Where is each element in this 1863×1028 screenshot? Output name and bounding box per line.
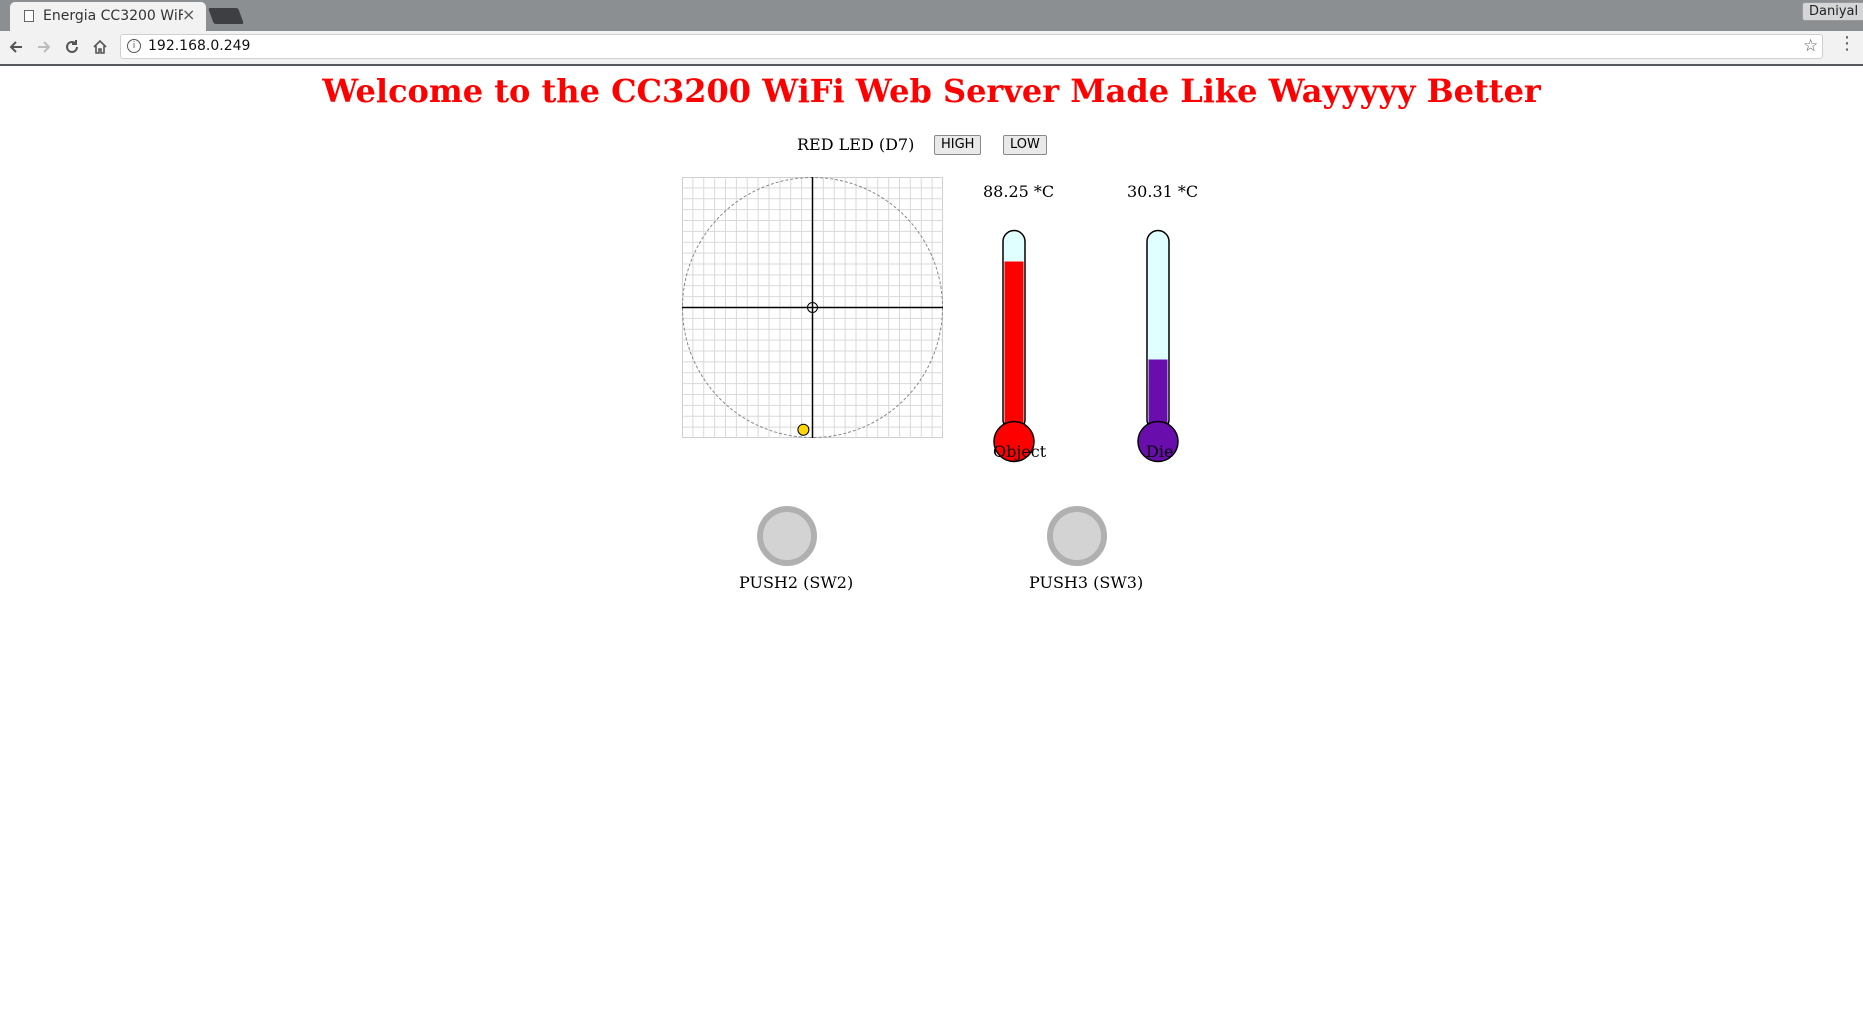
forward-button[interactable] (32, 35, 56, 59)
menu-icon[interactable]: ⋮ (1838, 33, 1856, 54)
reload-icon (66, 40, 78, 53)
browser-chrome: Energia CC3200 WiFi Web Server × Daniyal… (0, 0, 1863, 66)
new-tab-button[interactable] (208, 8, 244, 24)
push2-label: PUSH2 (SW2) (739, 573, 854, 592)
tab-title: Energia CC3200 WiFi Web Server (43, 8, 183, 24)
page-icon (24, 10, 34, 22)
joystick-position-dot (797, 423, 810, 436)
die-temperature-value: 30.31 *C (1127, 182, 1199, 201)
bookmark-star-icon[interactable]: ☆ (1803, 36, 1818, 56)
object-temperature-value: 88.25 *C (983, 182, 1055, 201)
push3-indicator (1047, 506, 1107, 566)
led-low-button[interactable]: LOW (1003, 135, 1047, 155)
thermometer-fill (1004, 261, 1024, 434)
tab-strip: Energia CC3200 WiFi Web Server × Daniyal (0, 0, 1863, 31)
url-text[interactable]: 192.168.0.249 (148, 38, 250, 54)
back-button[interactable] (4, 35, 28, 59)
reload-button[interactable] (60, 35, 84, 59)
led-high-button[interactable]: HIGH (934, 135, 982, 155)
profile-button[interactable]: Daniyal (1802, 2, 1863, 21)
push2-indicator (757, 506, 817, 566)
page-title: Welcome to the CC3200 WiFi Web Server Ma… (322, 72, 1541, 110)
address-bar[interactable]: i 192.168.0.249 ☆ (120, 34, 1823, 59)
home-icon (93, 39, 107, 54)
die-thermometer-label: Die (1146, 442, 1174, 461)
push3-label: PUSH3 (SW3) (1029, 573, 1144, 592)
info-icon[interactable]: i (127, 39, 141, 53)
forward-arrow-icon (38, 41, 51, 53)
browser-tab[interactable]: Energia CC3200 WiFi Web Server × (10, 2, 206, 31)
joystick-plot (682, 177, 943, 438)
browser-toolbar: i 192.168.0.249 ☆ ⋮ (0, 31, 1863, 66)
object-thermometer-label: Object (993, 442, 1047, 461)
close-tab-icon[interactable]: × (182, 5, 195, 24)
back-arrow-icon (9, 41, 22, 53)
led-label: RED LED (D7) (797, 135, 915, 154)
home-button[interactable] (88, 35, 112, 59)
